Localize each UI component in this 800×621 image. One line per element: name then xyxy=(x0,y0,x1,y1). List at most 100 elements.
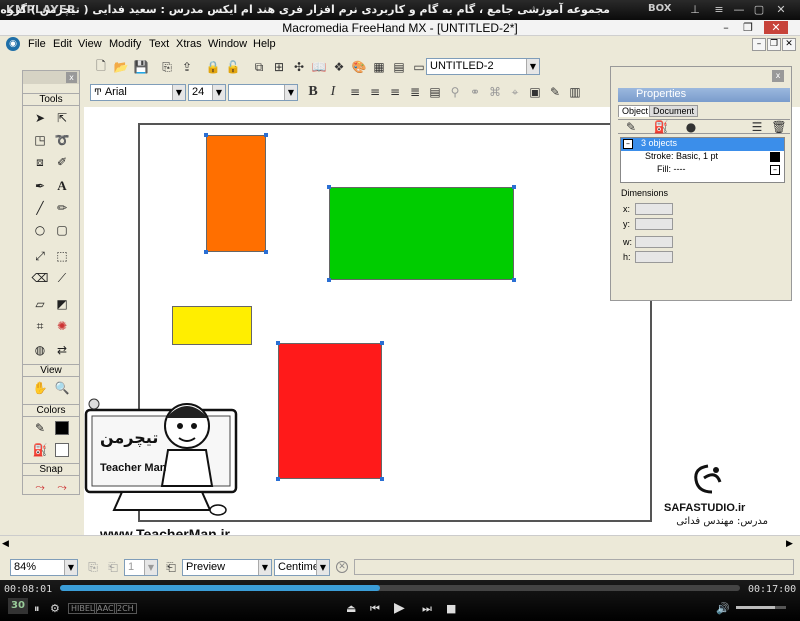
minimize-icon[interactable]: – xyxy=(718,21,734,34)
justify-icon[interactable]: ≣ xyxy=(406,83,424,101)
player-box-button[interactable]: BOX xyxy=(648,3,671,14)
y-field[interactable] xyxy=(635,218,673,230)
fill-color-icon[interactable]: ⛽ xyxy=(31,441,49,459)
open-icon[interactable]: 📂 xyxy=(112,58,130,76)
snap-object-icon[interactable]: ⤳ xyxy=(53,478,71,496)
orange-rectangle[interactable] xyxy=(206,135,266,252)
italic-button[interactable]: I xyxy=(324,83,342,101)
snap-point-icon[interactable]: ⤳ xyxy=(31,478,49,496)
attach-icon[interactable]: ⌘ xyxy=(486,83,504,101)
bold-button[interactable]: B xyxy=(304,83,322,101)
font-size-select[interactable]: 24 ▼ xyxy=(188,84,226,101)
fill-swatch[interactable] xyxy=(55,443,69,457)
list-item[interactable]: Stroke: Basic, 1 pt xyxy=(621,151,784,164)
align-icon[interactable]: ⊞ xyxy=(270,58,288,76)
scale-icon[interactable]: ⧈ xyxy=(31,153,49,171)
eject-icon[interactable]: ⏏ xyxy=(346,602,356,615)
page-icon[interactable]: ⎗ xyxy=(104,558,122,576)
export-icon[interactable]: ⇪ xyxy=(178,58,196,76)
red-rectangle[interactable] xyxy=(278,343,382,479)
menu-window[interactable]: Window xyxy=(208,38,247,50)
yellow-rectangle[interactable] xyxy=(172,306,252,345)
align-left-icon[interactable]: ≡ xyxy=(346,83,364,101)
import-icon[interactable]: ⎘ xyxy=(158,58,176,76)
volume-icon[interactable]: 🔊 xyxy=(716,602,730,615)
close-icon[interactable]: ✕ xyxy=(774,3,788,16)
menu-xtras[interactable]: Xtras xyxy=(176,38,202,50)
align-right-icon[interactable]: ≡ xyxy=(386,83,404,101)
close-icon[interactable]: x xyxy=(66,72,77,83)
stroke-swatch[interactable] xyxy=(55,421,69,435)
layers-icon[interactable]: ▤ xyxy=(390,58,408,76)
swatches-icon[interactable]: 🎨 xyxy=(350,58,368,76)
line-icon[interactable]: ╱ xyxy=(31,199,49,217)
menu-icon[interactable]: ≡ xyxy=(712,3,726,16)
maximize-icon[interactable]: ▢ xyxy=(752,3,766,16)
group-icon[interactable]: ⧉ xyxy=(250,58,268,76)
pen-icon[interactable]: ✒ xyxy=(31,177,49,195)
selection-handle[interactable] xyxy=(380,341,384,345)
properties-header[interactable]: Properties xyxy=(618,88,790,102)
menu-help[interactable]: Help xyxy=(253,38,276,50)
doc-restore-icon[interactable]: ❐ xyxy=(767,38,781,51)
close-icon[interactable]: ✕ xyxy=(764,21,788,34)
selection-handle[interactable] xyxy=(204,250,208,254)
menu-modify[interactable]: Modify xyxy=(109,38,141,50)
library-icon[interactable]: 📖 xyxy=(310,58,328,76)
font-style-select[interactable]: ▼ xyxy=(228,84,298,101)
w-field[interactable] xyxy=(635,236,673,248)
menu-text[interactable]: Text xyxy=(149,38,169,50)
pin-icon[interactable]: ⊥ xyxy=(688,3,702,16)
selection-handle[interactable] xyxy=(276,477,280,481)
ellipse-icon[interactable]: ○ xyxy=(31,221,49,239)
text-editor-icon[interactable]: ▤ xyxy=(426,83,444,101)
stop-icon[interactable]: ■ xyxy=(446,602,456,615)
knife-icon[interactable]: ⟋ xyxy=(53,269,71,287)
add-effect-icon[interactable]: ● xyxy=(682,118,700,136)
duplicate-icon[interactable]: ☰ xyxy=(748,118,766,136)
menu-file[interactable]: File xyxy=(28,38,46,50)
selection-handle[interactable] xyxy=(204,133,208,137)
selection-handle[interactable] xyxy=(264,250,268,254)
page-select[interactable]: 1 ▼ xyxy=(124,559,158,576)
transform-icon[interactable]: ✣ xyxy=(290,58,308,76)
pause-small-icon[interactable]: ⏸ xyxy=(34,602,40,616)
freeform-icon[interactable]: ⤢ xyxy=(31,247,49,265)
pointer-icon[interactable]: ➤ xyxy=(31,109,49,127)
x-field[interactable] xyxy=(635,203,673,215)
detach-icon[interactable]: ⌖ xyxy=(506,83,524,101)
selection-handle[interactable] xyxy=(380,477,384,481)
skew-icon[interactable]: ▱ xyxy=(31,295,49,313)
h-field[interactable] xyxy=(635,251,673,263)
columns-icon[interactable]: ▥ xyxy=(566,83,584,101)
tab-object[interactable]: Object xyxy=(618,105,653,117)
scroll-right-icon[interactable]: ▶ xyxy=(786,539,793,549)
cancel-icon[interactable]: ✕ xyxy=(336,561,348,573)
eraser-icon[interactable]: ⌫ xyxy=(31,269,49,287)
play-icon[interactable]: ▶ xyxy=(394,600,405,616)
new-doc-icon[interactable]: 🗋 xyxy=(92,58,110,76)
list-item[interactable]: – 3 objects xyxy=(621,138,784,151)
selection-handle[interactable] xyxy=(327,278,331,282)
selection-handle[interactable] xyxy=(512,278,516,282)
view-mode-select[interactable]: Preview ▼ xyxy=(182,559,272,576)
close-icon[interactable]: x xyxy=(772,70,784,82)
pencil-icon[interactable]: ✏ xyxy=(53,199,71,217)
trace-icon[interactable]: ⬚ xyxy=(53,247,71,265)
connector-icon[interactable]: ⇄ xyxy=(53,341,71,359)
rectangle-icon[interactable]: ▢ xyxy=(53,221,71,239)
next-page-icon[interactable]: ⎗ xyxy=(162,558,180,576)
unlink-icon[interactable]: ⚭ xyxy=(466,83,484,101)
zoom-icon[interactable]: 🔍 xyxy=(53,379,71,397)
unlock-icon[interactable]: 🔓 xyxy=(224,58,242,76)
doc-minimize-icon[interactable]: – xyxy=(752,38,766,51)
zoom-select[interactable]: 84% ▼ xyxy=(10,559,78,576)
text-tool-icon[interactable]: A xyxy=(53,177,71,195)
add-stroke-icon[interactable]: ✎ xyxy=(622,118,640,136)
document-select[interactable]: UNTITLED-2 ▼ xyxy=(426,58,540,75)
selection-handle[interactable] xyxy=(264,133,268,137)
previous-icon[interactable]: ⏮ xyxy=(370,602,380,616)
page-tool-icon[interactable]: ◳ xyxy=(31,131,49,149)
doc-close-icon[interactable]: ✕ xyxy=(782,38,796,51)
crop-icon[interactable]: ⌗ xyxy=(31,317,49,335)
